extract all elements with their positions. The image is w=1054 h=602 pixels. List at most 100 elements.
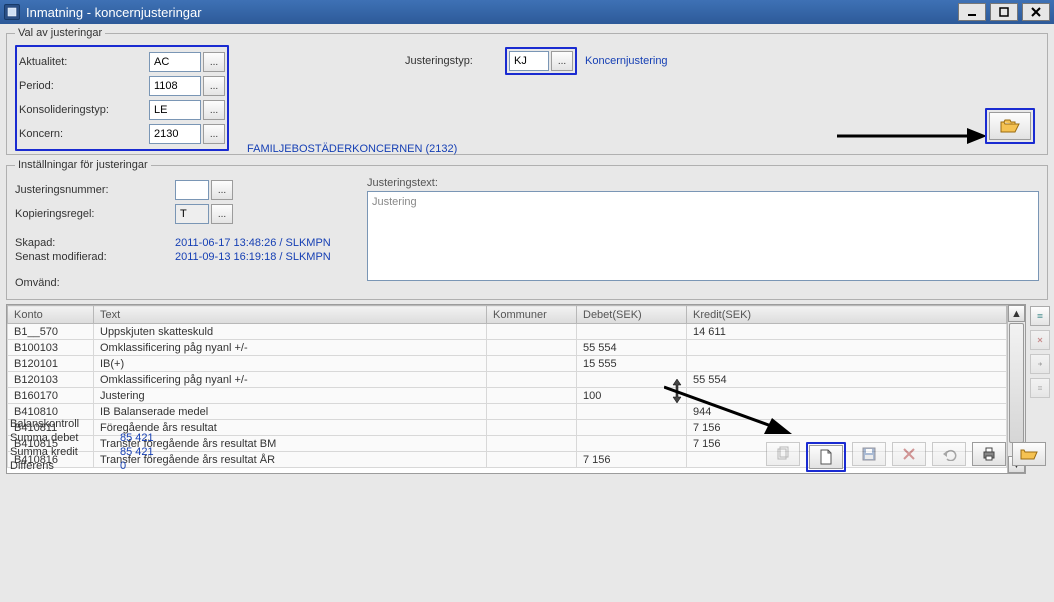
omvand-label: Omvänd: [15,277,175,289]
summa-debet-label: Summa debet [10,432,120,444]
period-input[interactable] [149,76,201,96]
undo-button[interactable] [932,442,966,466]
cell-text[interactable]: Uppskjuten skatteskuld [94,324,487,340]
cell-konto[interactable]: B100103 [8,340,94,356]
koncern-lookup-button[interactable]: ... [203,124,225,144]
period-lookup-button[interactable]: ... [203,76,225,96]
kopieringsregel-input[interactable] [175,204,209,224]
period-label: Period: [19,80,149,92]
side-insert-button[interactable] [1030,306,1050,326]
table-row[interactable]: B120101IB(+) 15 555 [8,356,1007,372]
close-button[interactable] [1022,3,1050,21]
justeringstyp-link[interactable]: Koncernjustering [585,55,675,67]
new-document-icon [818,449,834,465]
annotation-arrow-open [837,121,987,151]
new-button[interactable] [809,445,843,469]
cell-konto[interactable]: B120103 [8,372,94,388]
save-button[interactable] [852,442,886,466]
cell-konto[interactable]: B160170 [8,388,94,404]
open-button-highlight [985,108,1035,144]
justeringstyp-input[interactable] [509,51,549,71]
window-controls [958,3,1050,21]
scroll-thumb[interactable] [1009,323,1024,443]
senast-value: 2011-09-13 16:19:18 / SLKMPN [175,251,331,263]
cell-konto[interactable]: B1__570 [8,324,94,340]
grid-header-row: Konto Text Kommuner Debet(SEK) Kredit(SE… [8,306,1007,324]
justeringstyp-lookup-button[interactable]: ... [551,51,573,71]
cell-kommuner[interactable] [487,340,577,356]
kopieringsregel-label: Kopieringsregel: [15,208,175,220]
cell-konto[interactable]: B120101 [8,356,94,372]
cell-text[interactable]: Omklassificering påg nyanl +/- [94,372,487,388]
cell-debet[interactable]: 7 156 [577,452,687,468]
side-export-button[interactable] [1030,354,1050,374]
cell-kommuner[interactable] [487,324,577,340]
koncern-label: Koncern: [19,128,149,140]
cell-kommuner[interactable] [487,436,577,452]
cell-kommuner[interactable] [487,452,577,468]
col-kredit[interactable]: Kredit(SEK) [687,306,1007,324]
scroll-up-button[interactable]: ▲ [1008,305,1025,322]
title-bar: Inmatning - koncernjusteringar [0,0,1054,24]
konsolideringstyp-lookup-button[interactable]: ... [203,100,225,120]
cell-text[interactable]: Justering [94,388,487,404]
cell-debet[interactable] [577,324,687,340]
cell-kommuner[interactable] [487,388,577,404]
maximize-button[interactable] [990,3,1018,21]
selection-legend: Val av justeringar [15,27,105,39]
copy-icon [775,446,791,462]
cell-kredit[interactable] [687,340,1007,356]
undo-icon [941,447,957,461]
insert-row-icon [1037,310,1043,322]
justeringsnummer-input[interactable] [175,180,209,200]
skapad-label: Skapad: [15,237,175,249]
col-debet[interactable]: Debet(SEK) [577,306,687,324]
col-text[interactable]: Text [94,306,487,324]
senast-label: Senast modifierad: [15,251,175,263]
cell-kommuner[interactable] [487,356,577,372]
cell-debet[interactable]: 15 555 [577,356,687,372]
minimize-button[interactable] [958,3,986,21]
side-delete-button[interactable] [1030,330,1050,350]
justeringstext-value: Justering [372,196,417,208]
open-folder-button[interactable] [989,112,1031,140]
skapad-value: 2011-06-17 13:48:26 / SLKMPN [175,237,331,249]
cell-text[interactable]: Omklassificering påg nyanl +/- [94,340,487,356]
side-list-button[interactable] [1030,378,1050,398]
folder-button[interactable] [1012,442,1046,466]
koncern-link[interactable]: FAMILJEBOSTÄDERKONCERNEN (2132) [247,143,457,155]
list-icon [1037,382,1043,394]
print-icon [981,447,997,461]
copy-button[interactable] [766,442,800,466]
konsolideringstyp-input[interactable] [149,100,201,120]
cell-debet[interactable]: 55 554 [577,340,687,356]
cell-kommuner[interactable] [487,404,577,420]
cell-kredit[interactable]: 14 611 [687,324,1007,340]
col-kommuner[interactable]: Kommuner [487,306,577,324]
cell-text[interactable]: IB(+) [94,356,487,372]
kopieringsregel-lookup-button[interactable]: ... [211,204,233,224]
cell-kommuner[interactable] [487,372,577,388]
settings-legend: Inställningar för justeringar [15,159,151,171]
app-icon [4,4,20,20]
cell-kredit[interactable] [687,356,1007,372]
justeringsnummer-lookup-button[interactable]: ... [211,180,233,200]
print-button[interactable] [972,442,1006,466]
koncern-input[interactable] [149,124,201,144]
save-icon [861,446,877,462]
differens-label: Differens [10,460,120,472]
summa-debet-value: 85 421 [120,432,154,444]
aktualitet-lookup-button[interactable]: ... [203,52,225,72]
col-konto[interactable]: Konto [8,306,94,324]
table-row[interactable]: B100103Omklassificering påg nyanl +/- 55 … [8,340,1007,356]
arrow-right-icon [1037,358,1043,370]
justeringstext-textarea[interactable]: Justering [367,191,1039,281]
selection-group: Val av justeringar Aktualitet: ... Perio… [6,27,1048,155]
summa-kredit-value: 85 421 [120,446,154,458]
table-row[interactable]: B160170Justering100 [8,388,1007,404]
table-row[interactable]: B1__570Uppskjuten skatteskuld 14 611 [8,324,1007,340]
aktualitet-input[interactable] [149,52,201,72]
table-row[interactable]: B120103Omklassificering påg nyanl +/-55 … [8,372,1007,388]
delete-button[interactable] [892,442,926,466]
cell-kommuner[interactable] [487,420,577,436]
